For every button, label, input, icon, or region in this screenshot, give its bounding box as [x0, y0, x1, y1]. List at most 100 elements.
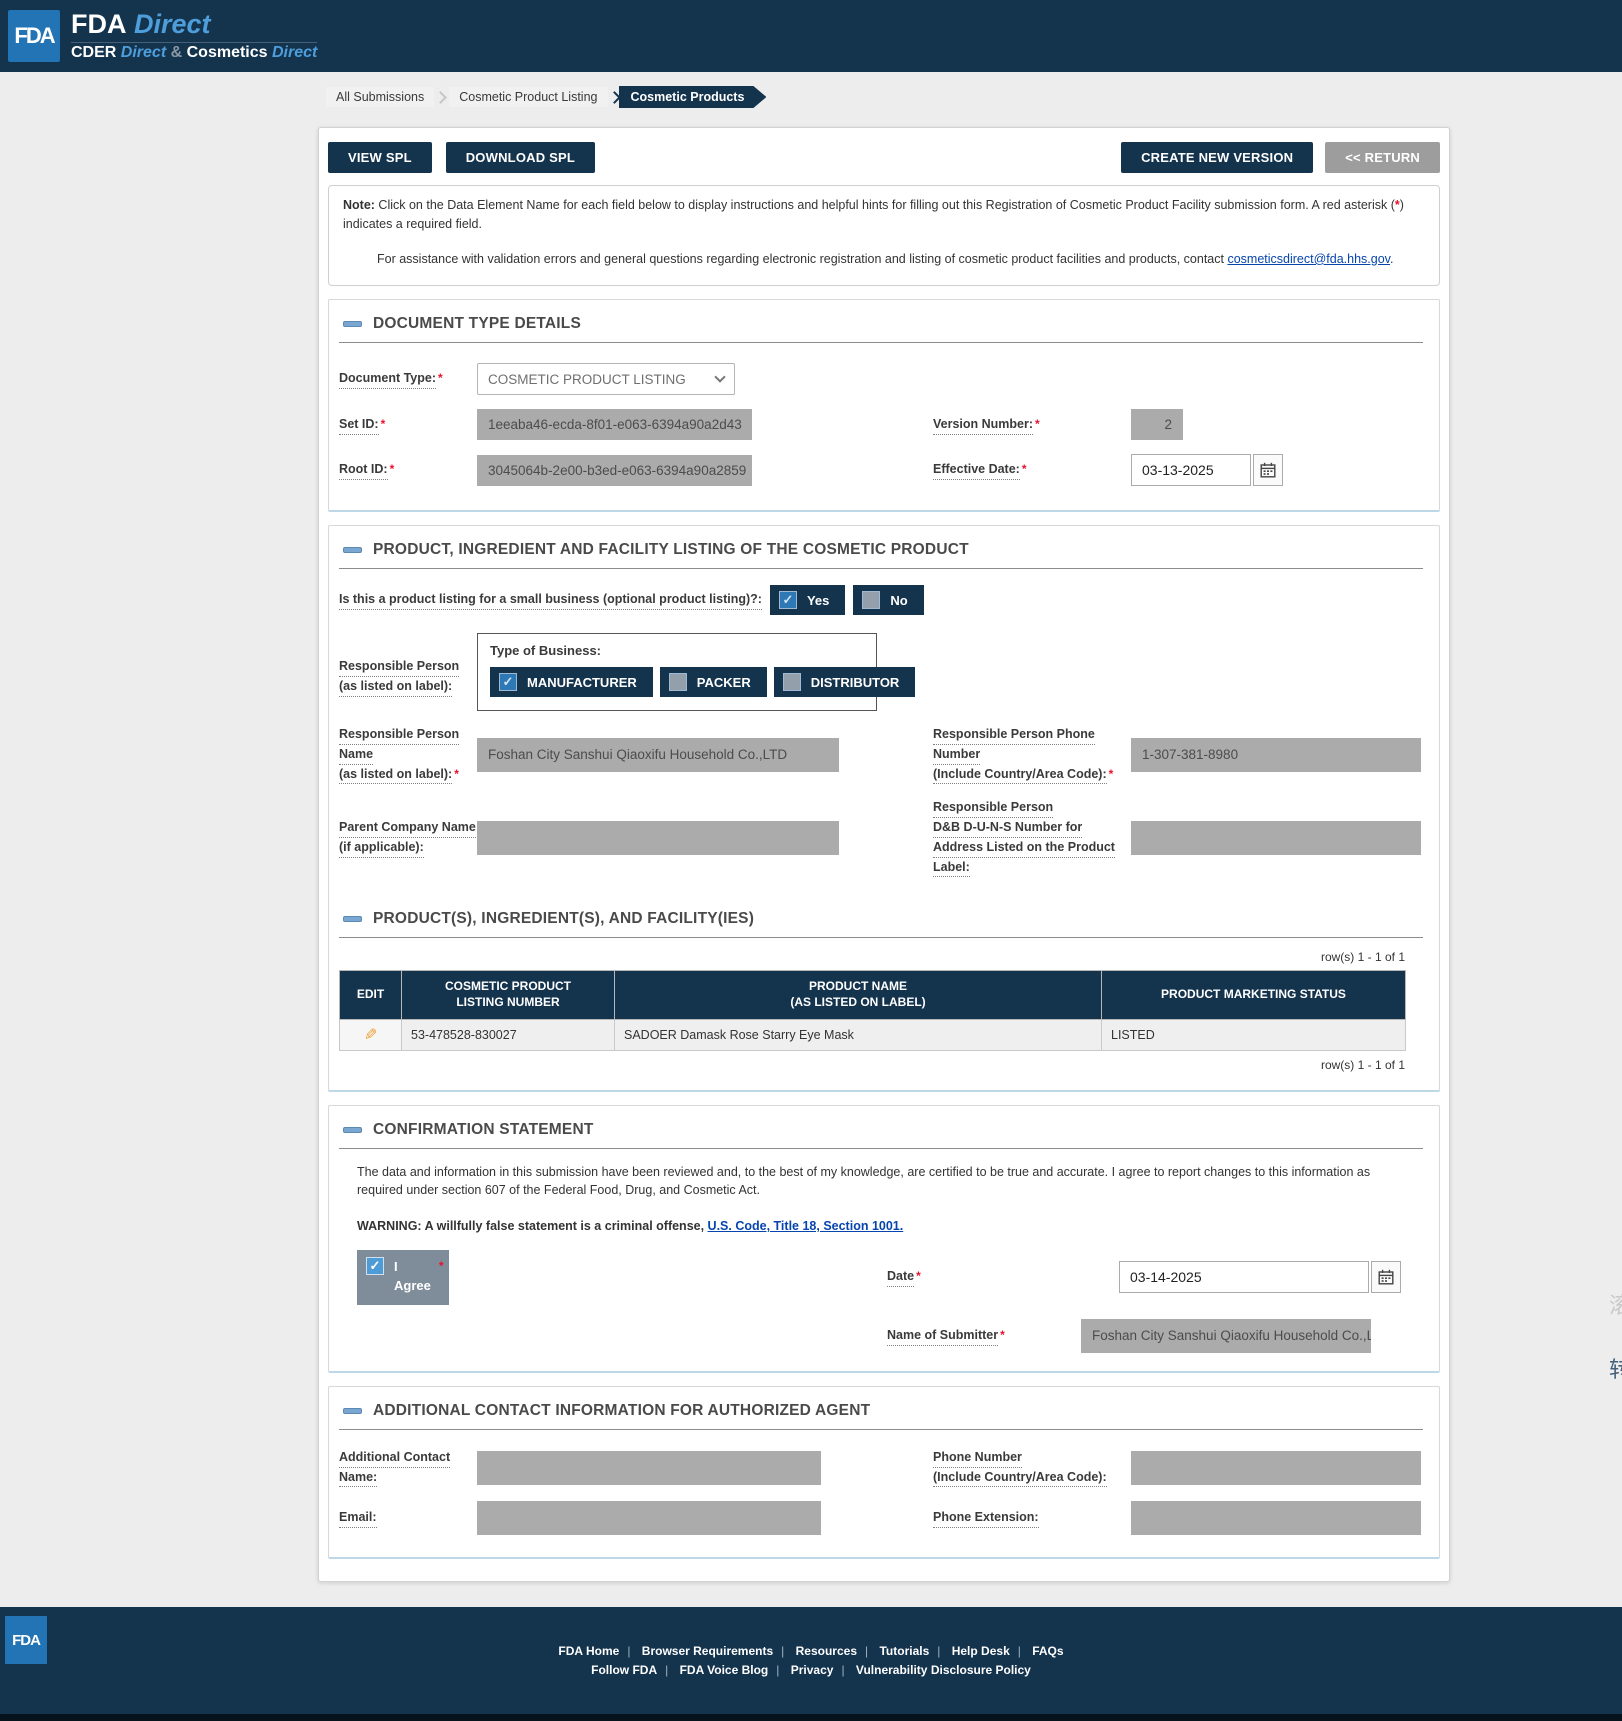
brand-ampersand: & — [171, 44, 183, 61]
small-business-yes-checkbox[interactable]: ✓ Yes — [770, 585, 845, 615]
edit-pencil-icon[interactable]: ✎ — [364, 1025, 377, 1045]
checked-checkbox-icon: ✓ — [366, 1257, 384, 1275]
products-table: EDIT COSMETIC PRODUCT LISTING NUMBER PRO… — [339, 970, 1406, 1050]
collapse-icon[interactable] — [343, 547, 362, 553]
marketing-status-cell: LISTED — [1102, 1019, 1406, 1050]
small-business-no-checkbox[interactable]: No — [853, 585, 923, 615]
date-label: Date* — [887, 1267, 1119, 1287]
warning-text: WARNING: A willfully false statement is … — [357, 1217, 1419, 1236]
download-spl-button[interactable]: DOWNLOAD SPL — [446, 142, 595, 173]
breadcrumb-cosmetic-product-listing[interactable]: Cosmetic Product Listing — [449, 87, 607, 107]
i-agree-checkbox[interactable]: ✓ I Agree * — [357, 1250, 449, 1305]
version-number-field: 2 — [1131, 409, 1183, 440]
row-count-bottom: row(s) 1 - 1 of 1 — [339, 1058, 1405, 1072]
assistance-text: For assistance with validation errors an… — [343, 250, 1425, 269]
footer-link-privacy[interactable]: Privacy — [791, 1663, 834, 1677]
app-footer: FDA FDA Home| Browser Requirements| Reso… — [0, 1607, 1622, 1714]
checked-checkbox-icon: ✓ — [499, 673, 517, 691]
cosmeticsdirect-email-link[interactable]: cosmeticsdirect@fda.hhs.gov — [1227, 252, 1390, 266]
footer-link-tutorials[interactable]: Tutorials — [879, 1644, 929, 1658]
small-business-label[interactable]: Is this a product listing for a small bu… — [339, 590, 762, 610]
unchecked-checkbox-icon — [783, 673, 801, 691]
section-head: CONFIRMATION STATEMENT — [339, 1114, 1423, 1149]
bottom-strip — [0, 1714, 1622, 1721]
calendar-button[interactable] — [1371, 1261, 1401, 1293]
calendar-button[interactable] — [1253, 454, 1283, 486]
document-type-label: Document Type:* — [339, 369, 477, 389]
brand-cder-direct: Direct — [121, 44, 166, 61]
chevron-down-icon — [714, 371, 725, 382]
view-spl-button[interactable]: VIEW SPL — [328, 142, 432, 173]
footer-link-fda-home[interactable]: FDA Home — [558, 1644, 619, 1658]
date-input[interactable]: 03-14-2025 — [1119, 1261, 1369, 1293]
footer-link-resources[interactable]: Resources — [796, 1644, 857, 1658]
breadcrumb-all-submissions[interactable]: All Submissions — [326, 87, 434, 107]
col-product-name: PRODUCT NAME (AS LISTED ON LABEL) — [615, 971, 1102, 1019]
section-title: DOCUMENT TYPE DETAILS — [373, 315, 581, 333]
main-card: VIEW SPL DOWNLOAD SPL CREATE NEW VERSION… — [318, 127, 1450, 1582]
edit-cell: ✎ — [340, 1019, 402, 1050]
collapse-icon[interactable] — [343, 916, 362, 922]
collapse-icon[interactable] — [343, 321, 362, 327]
responsible-person-phone-label: Responsible Person Phone Number (Include… — [933, 725, 1131, 784]
footer-link-browser-requirements[interactable]: Browser Requirements — [642, 1644, 773, 1658]
footer-link-follow-fda[interactable]: Follow FDA — [591, 1663, 657, 1677]
return-button[interactable]: << RETURN — [1325, 142, 1440, 173]
section-title: ADDITIONAL CONTACT INFORMATION FOR AUTHO… — [373, 1402, 870, 1420]
note-text: Note: Click on the Data Element Name for… — [343, 196, 1425, 235]
us-code-link[interactable]: U.S. Code, Title 18, Section 1001. — [708, 1219, 904, 1233]
business-type-manufacturer-checkbox[interactable]: ✓ MANUFACTURER — [490, 667, 653, 697]
parent-company-name-label: Parent Company Name (if applicable): — [339, 818, 477, 858]
footer-link-help-desk[interactable]: Help Desk — [952, 1644, 1010, 1658]
table-row: ✎ 53-478528-830027 SADOER Damask Rose St… — [340, 1019, 1406, 1050]
responsible-person-name-label: Responsible Person Name (as listed on la… — [339, 725, 477, 784]
col-edit: EDIT — [340, 971, 402, 1019]
root-id-field: 3045064b-2e00-b3ed-e063-6394a90a2859 — [477, 455, 752, 486]
calendar-icon — [1378, 1269, 1394, 1285]
footer-link-vulnerability-disclosure[interactable]: Vulnerability Disclosure Policy — [856, 1663, 1031, 1677]
fda-logo[interactable]: FDA — [8, 10, 60, 62]
effective-date-input[interactable]: 03-13-2025 — [1131, 454, 1251, 486]
section-additional-contact: ADDITIONAL CONTACT INFORMATION FOR AUTHO… — [328, 1386, 1440, 1560]
section-head: ADDITIONAL CONTACT INFORMATION FOR AUTHO… — [339, 1395, 1423, 1430]
unchecked-checkbox-icon — [669, 673, 687, 691]
col-listing-number: COSMETIC PRODUCT LISTING NUMBER — [402, 971, 615, 1019]
footer-link-fda-voice-blog[interactable]: FDA Voice Blog — [680, 1663, 769, 1677]
email-label: Email: — [339, 1508, 477, 1528]
chevron-right-icon — [434, 91, 447, 104]
brand-cosmetics: Cosmetics — [187, 44, 268, 61]
row-count-top: row(s) 1 - 1 of 1 — [339, 950, 1405, 964]
note-box: Note: Click on the Data Element Name for… — [328, 185, 1440, 286]
responsible-person-label: Responsible Person (as listed on label): — [339, 657, 477, 697]
brand-cosmetics-direct: Direct — [272, 44, 317, 61]
fda-footer-logo[interactable]: FDA — [5, 1616, 47, 1664]
brand-block: FDA Direct CDER Direct & Cosmetics Direc… — [71, 11, 317, 61]
duns-number-field — [1131, 821, 1421, 855]
breadcrumb: All Submissions Cosmetic Product Listing… — [326, 86, 1622, 108]
calendar-icon — [1260, 462, 1276, 478]
brand-title: FDA Direct — [71, 11, 317, 38]
create-new-version-button[interactable]: CREATE NEW VERSION — [1121, 142, 1313, 173]
breadcrumb-cosmetic-products: Cosmetic Products — [619, 86, 767, 108]
section-product-listing: PRODUCT, INGREDIENT AND FACILITY LISTING… — [328, 525, 1440, 1091]
footer-link-faqs[interactable]: FAQs — [1032, 1644, 1063, 1658]
document-type-select[interactable]: COSMETIC PRODUCT LISTING — [477, 363, 735, 395]
toolbar: VIEW SPL DOWNLOAD SPL CREATE NEW VERSION… — [328, 142, 1440, 173]
collapse-icon[interactable] — [343, 1127, 362, 1133]
business-type-distributor-checkbox[interactable]: DISTRIBUTOR — [774, 667, 916, 697]
type-of-business-label: Type of Business: — [490, 643, 864, 658]
name-of-submitter-field: Foshan City Sanshui Qiaoxifu Household C… — [1081, 1319, 1371, 1353]
version-number-label: Version Number:* — [933, 415, 1131, 435]
additional-contact-name-label: Additional Contact Name: — [339, 1448, 477, 1488]
section-title: CONFIRMATION STATEMENT — [373, 1121, 594, 1139]
responsible-person-phone-field: 1-307-381-8980 — [1131, 738, 1421, 772]
product-name-cell: SADOER Damask Rose Starry Eye Mask — [615, 1019, 1102, 1050]
section-head: DOCUMENT TYPE DETAILS — [339, 308, 1423, 343]
collapse-icon[interactable] — [343, 1408, 362, 1414]
chevron-right-icon — [608, 91, 621, 104]
phone-extension-label: Phone Extension: — [933, 1508, 1131, 1528]
root-id-label: Root ID:* — [339, 460, 477, 480]
business-type-packer-checkbox[interactable]: PACKER — [660, 667, 767, 697]
set-id-field: 1eeaba46-ecda-8f01-e063-6394a90a2d43 — [477, 409, 752, 440]
duns-number-label: Responsible Person D&B D-U-N-S Number fo… — [933, 798, 1131, 877]
